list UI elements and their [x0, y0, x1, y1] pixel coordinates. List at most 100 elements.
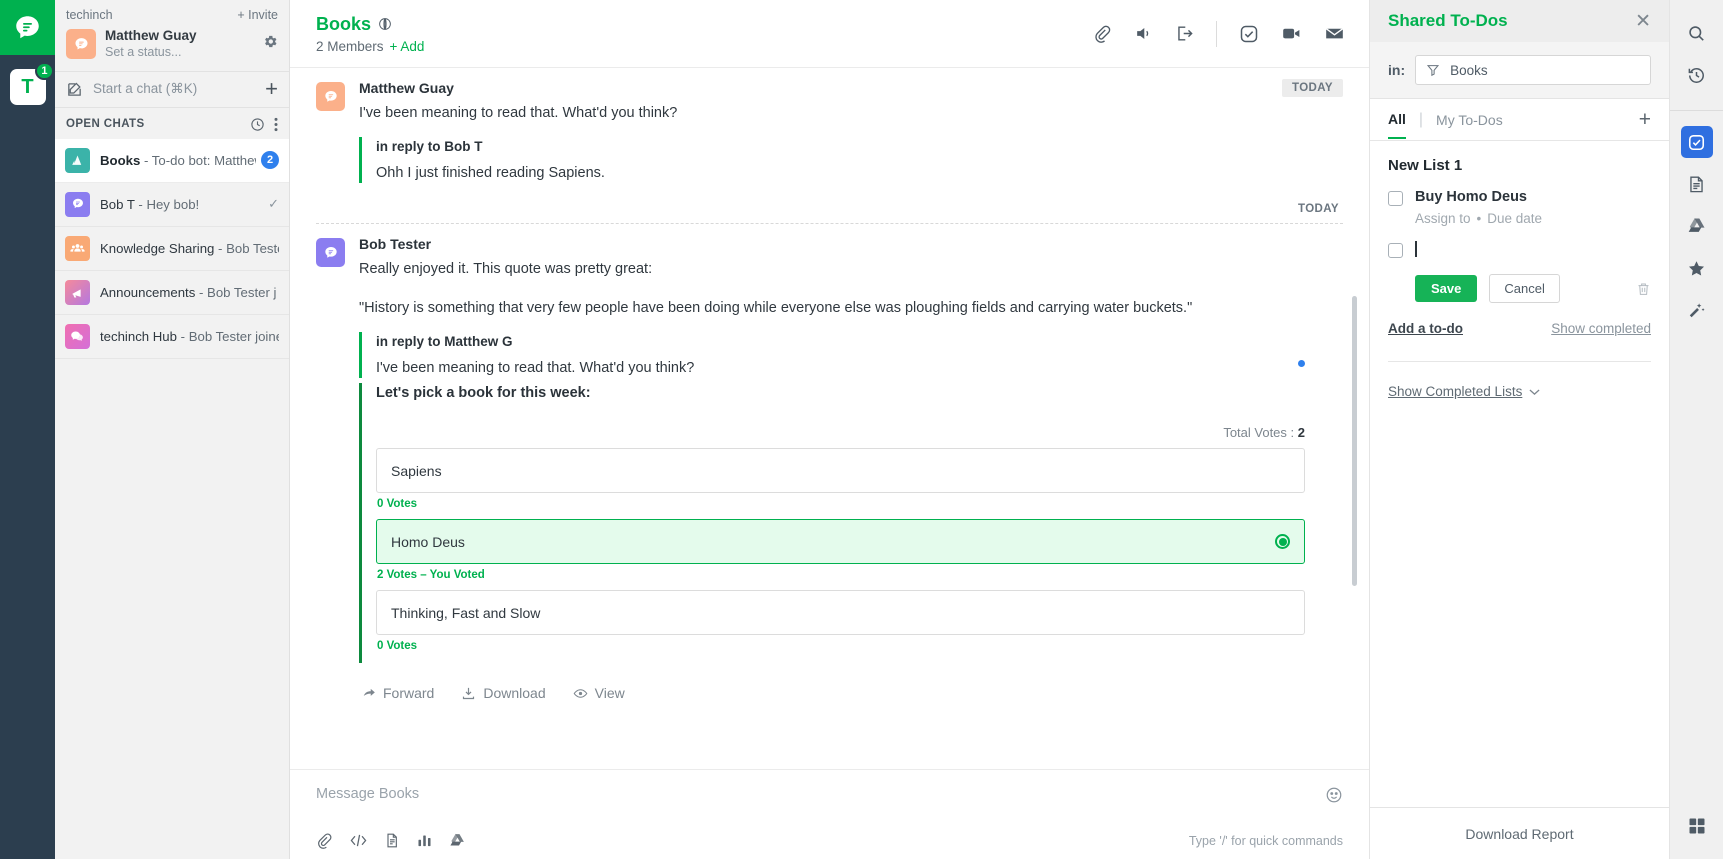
- more-vertical-icon[interactable]: [274, 117, 278, 132]
- show-completed-button[interactable]: Show completed: [1551, 321, 1651, 336]
- exit-icon[interactable]: [1175, 24, 1194, 43]
- filter-select[interactable]: Books: [1415, 55, 1651, 85]
- start-chat-row[interactable]: Start a chat (⌘K) +: [55, 71, 289, 108]
- main-chat-pane: Books 2 Members+ Add: [290, 0, 1370, 859]
- download-icon: [461, 686, 476, 701]
- megaphone-icon: [65, 280, 90, 305]
- new-todo-input[interactable]: [1415, 241, 1651, 262]
- view-button[interactable]: View: [573, 685, 625, 701]
- document-icon[interactable]: [384, 832, 400, 849]
- tab-all[interactable]: All: [1388, 100, 1406, 139]
- sidebar-item-bob-t[interactable]: Bob T - Hey bob! ✓: [55, 183, 289, 227]
- workspace-logo[interactable]: [0, 0, 55, 55]
- poll-option-thinking-fast-and-slow[interactable]: Thinking, Fast and Slow: [376, 590, 1305, 635]
- chat-bubble-icon: [73, 36, 90, 53]
- app-tile-todo[interactable]: T 1: [10, 69, 46, 105]
- right-icon-rail: [1670, 0, 1723, 859]
- drive-icon[interactable]: [449, 832, 466, 849]
- check-square-icon[interactable]: [1670, 121, 1723, 163]
- poll-option-sapiens[interactable]: Sapiens: [376, 448, 1305, 493]
- drive-icon[interactable]: [1670, 205, 1723, 247]
- forward-arrow-icon: [362, 686, 376, 700]
- current-user[interactable]: Matthew Guay Set a status...: [66, 28, 278, 61]
- filter-label: in:: [1388, 62, 1405, 78]
- todo-checkbox[interactable]: [1388, 243, 1403, 258]
- tab-separator: |: [1419, 111, 1423, 129]
- cancel-button[interactable]: Cancel: [1489, 274, 1559, 303]
- due-date-button[interactable]: Due date: [1487, 211, 1542, 226]
- meta-separator: •: [1477, 211, 1482, 226]
- tab-my-todos[interactable]: My To-Dos: [1436, 101, 1503, 138]
- eye-icon: [573, 686, 588, 701]
- search-icon[interactable]: [1670, 12, 1723, 54]
- text-caret: [1415, 241, 1417, 257]
- user-status[interactable]: Set a status...: [105, 45, 197, 61]
- notes-icon[interactable]: [1670, 163, 1723, 205]
- poll-total-label: Total Votes :: [1223, 425, 1294, 440]
- message-matthew-guay: Matthew Guay I've been meaning to read t…: [316, 68, 1343, 183]
- video-icon[interactable]: [1281, 23, 1302, 44]
- sidebar-item-announcements[interactable]: Announcements - Bob Tester j: [55, 271, 289, 315]
- close-icon[interactable]: ✕: [1635, 12, 1651, 31]
- todo-panel-footer: Download Report: [1370, 807, 1669, 859]
- left-app-rail: T 1: [0, 0, 55, 859]
- action-label: Download: [483, 685, 545, 701]
- clock-icon[interactable]: [250, 117, 265, 132]
- forward-button[interactable]: Forward: [362, 685, 434, 701]
- download-report-button[interactable]: Download Report: [1465, 826, 1573, 842]
- open-chats-title: OPEN CHATS: [66, 118, 250, 130]
- mail-icon[interactable]: [1324, 23, 1345, 44]
- plus-icon[interactable]: +: [265, 82, 278, 96]
- show-completed-lists-label: Show Completed Lists: [1388, 384, 1522, 399]
- trash-icon[interactable]: [1636, 281, 1651, 297]
- add-list-button[interactable]: +: [1639, 113, 1651, 127]
- globe-icon[interactable]: [378, 17, 392, 31]
- add-a-todo-button[interactable]: Add a to-do: [1388, 321, 1463, 336]
- chat-preview: - Bob Teste: [214, 241, 279, 256]
- app-tiles: T 1: [0, 55, 55, 105]
- speaker-icon[interactable]: [1134, 24, 1153, 43]
- todo-item-meta: Assign to • Due date: [1415, 211, 1651, 226]
- sidebar-item-label: Bob T - Hey bob!: [100, 197, 263, 212]
- sidebar-item-books[interactable]: Books - To-do bot: Matthew Gu 2: [55, 139, 289, 183]
- poll-title: Let's pick a book for this week:: [376, 385, 1343, 401]
- code-icon[interactable]: [349, 832, 368, 849]
- chat-preview: - Hey bob!: [135, 197, 200, 212]
- action-label: View: [595, 685, 625, 701]
- invite-button[interactable]: + Invite: [237, 8, 278, 22]
- attach-icon[interactable]: [316, 832, 333, 849]
- todo-tabs: All | My To-Dos +: [1370, 99, 1669, 141]
- magic-wand-icon[interactable]: [1670, 289, 1723, 331]
- chat-preview: - To-do bot: Matthew Gu: [140, 153, 256, 168]
- todo-item: Buy Homo Deus Assign to•Due date: [1388, 189, 1651, 226]
- check-circle-icon[interactable]: [1239, 24, 1259, 44]
- people-icon: [65, 236, 90, 261]
- poll-icon[interactable]: [416, 832, 433, 849]
- todo-checkbox[interactable]: [1388, 191, 1403, 206]
- assign-to-button[interactable]: Assign to: [1415, 211, 1471, 226]
- message-quote-line: "History is something that very few peop…: [359, 298, 1343, 319]
- download-button[interactable]: Download: [461, 685, 545, 701]
- filter-icon: [1426, 63, 1440, 77]
- star-icon[interactable]: [1670, 247, 1723, 289]
- save-button[interactable]: Save: [1415, 275, 1477, 302]
- chat-bubble-logo-icon: [14, 14, 41, 41]
- quoted-reply: in reply to Matthew G I've been meaning …: [359, 332, 1343, 378]
- sidebar-item-techinch-hub[interactable]: techinch Hub - Bob Tester joine: [55, 315, 289, 359]
- gear-icon[interactable]: [263, 34, 278, 49]
- paperclip-icon[interactable]: [1093, 24, 1112, 43]
- sidebar-item-knowledge-sharing[interactable]: Knowledge Sharing - Bob Teste: [55, 227, 289, 271]
- user-meta: Matthew Guay Set a status...: [105, 28, 197, 61]
- start-chat-label: Start a chat (⌘K): [93, 81, 265, 97]
- chat-header: Books 2 Members+ Add: [290, 0, 1369, 68]
- mountain-icon: [65, 148, 90, 173]
- history-icon[interactable]: [1670, 54, 1723, 96]
- apps-grid-icon[interactable]: [1670, 805, 1723, 847]
- show-completed-lists-row[interactable]: Show Completed Lists: [1388, 384, 1651, 399]
- radio-selected-icon[interactable]: [1275, 534, 1290, 549]
- emoji-icon[interactable]: [1325, 786, 1343, 804]
- poll-option-homo-deus[interactable]: Homo Deus: [376, 519, 1305, 564]
- message-input[interactable]: Message Books: [316, 786, 1325, 802]
- add-member-button[interactable]: + Add: [390, 39, 425, 54]
- message-scrollbar[interactable]: [1352, 296, 1357, 586]
